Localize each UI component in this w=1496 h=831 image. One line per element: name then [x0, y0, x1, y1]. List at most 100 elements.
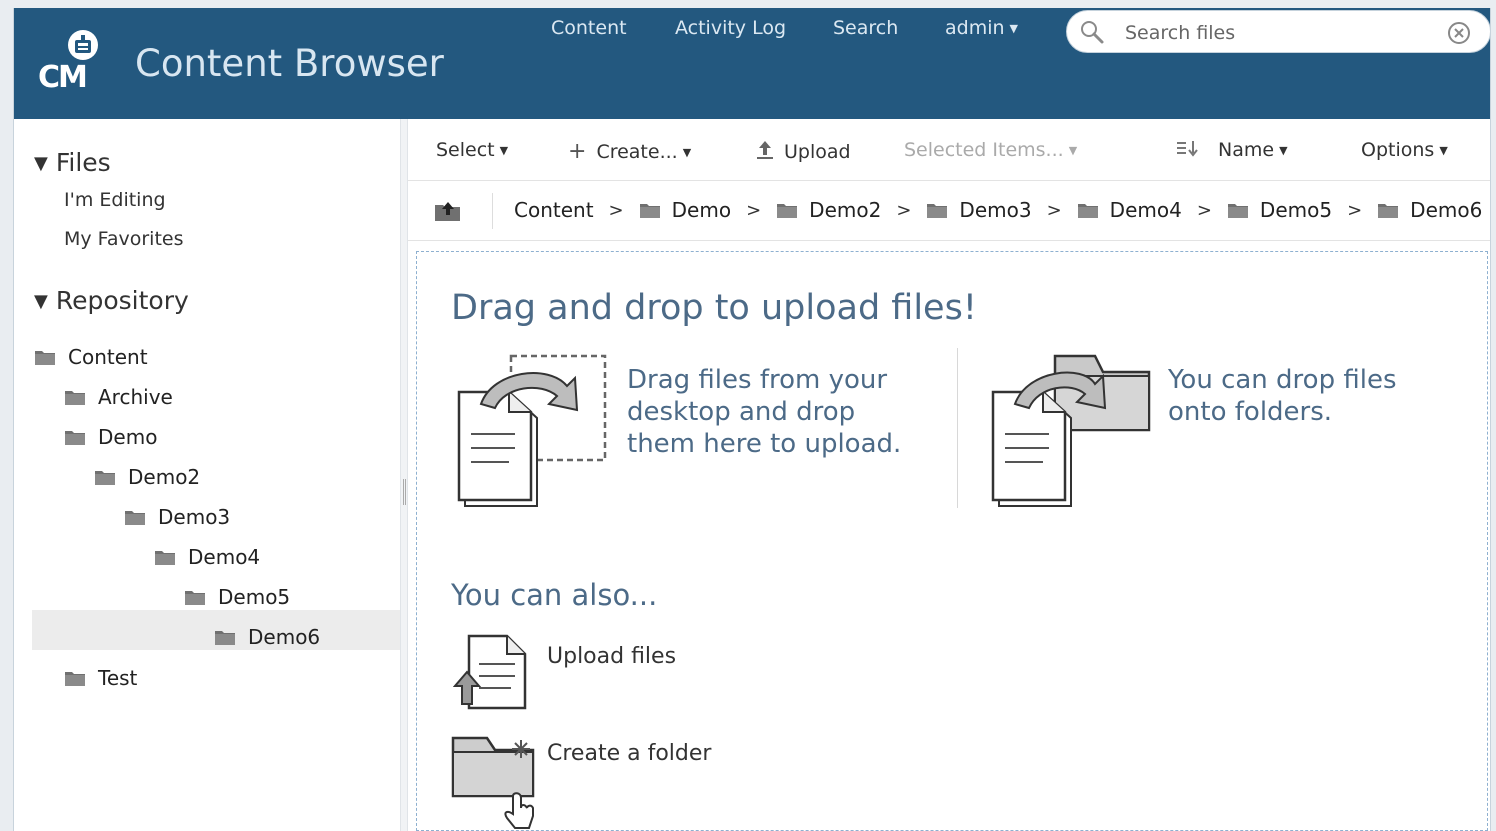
tree-item-demo2[interactable]: Demo2: [94, 457, 200, 497]
folder-icon: [35, 350, 55, 365]
breadcrumb-separator: >: [1046, 199, 1062, 221]
breadcrumb-label: Demo6: [1410, 198, 1483, 222]
breadcrumb-divider: [492, 193, 493, 229]
drag-instructions: Drag files from your desktop and drop th…: [627, 364, 901, 460]
sort-icon: [1177, 141, 1198, 157]
collapse-triangle-icon: ▼: [34, 153, 48, 174]
drop-on-folder-illustration: [991, 354, 1151, 507]
user-name: admin: [945, 17, 1005, 39]
sidebar-resize-handle[interactable]: [400, 119, 408, 831]
select-label: Select: [436, 139, 495, 161]
create-label: Create...: [596, 141, 678, 163]
folder-icon: [65, 390, 85, 405]
options-menu[interactable]: Options ▼: [1361, 139, 1448, 161]
clear-search-icon[interactable]: [1446, 20, 1472, 46]
tree-item-label: Demo2: [128, 465, 201, 489]
folder-drop-instructions: You can drop files onto folders.: [1168, 364, 1397, 428]
folder-icon: [215, 630, 235, 645]
upload-file-icon[interactable]: [453, 632, 529, 712]
tree-item-test[interactable]: Test: [64, 658, 137, 698]
breadcrumb-demo6[interactable]: Demo6: [1377, 198, 1482, 222]
sidebar-link-editing[interactable]: I'm Editing: [64, 189, 166, 211]
also-heading: You can also...: [451, 578, 658, 612]
drag-files-illustration: [457, 354, 607, 507]
breadcrumb-demo3[interactable]: Demo3: [926, 198, 1032, 222]
parent-folder-icon[interactable]: [434, 199, 462, 223]
tree-item-demo6[interactable]: Demo6: [214, 617, 320, 657]
breadcrumb-content[interactable]: Content: [514, 198, 594, 222]
breadcrumb-label: Demo: [671, 198, 732, 222]
caret-down-icon: ▼: [682, 146, 692, 159]
caret-down-icon: ▼: [499, 144, 509, 157]
files-section-label: Files: [55, 148, 111, 177]
create-folder-link[interactable]: Create a folder: [547, 741, 711, 766]
plus-icon: +: [568, 139, 587, 164]
toolbar: Select ▼ + Create... ▼ Upload Selected Item…: [408, 119, 1490, 181]
tree-item-demo4[interactable]: Demo4: [154, 537, 260, 577]
breadcrumb-separator: >: [1347, 199, 1363, 221]
caret-down-icon: ▼: [1009, 22, 1019, 35]
breadcrumb-demo[interactable]: Demo: [639, 198, 731, 222]
main-panel: Select ▼ + Create... ▼ Upload Selected Item…: [408, 119, 1490, 831]
upload-files-link[interactable]: Upload files: [547, 644, 676, 669]
breadcrumb-separator: >: [608, 199, 624, 221]
upload-label: Upload: [784, 141, 851, 163]
breadcrumb-trail: Content > Demo > Demo2 > Demo3 > Demo4 >…: [514, 198, 1482, 222]
caret-down-icon: ▼: [1439, 144, 1448, 157]
tree-item-demo5[interactable]: Demo5: [184, 577, 290, 617]
selected-items-label: Selected Items...: [904, 139, 1064, 161]
search-icon: [1081, 21, 1104, 44]
upload-icon: [757, 141, 773, 159]
folder-icon: [185, 590, 205, 605]
folder-drop-line: onto folders.: [1168, 397, 1333, 427]
breadcrumb-demo4[interactable]: Demo4: [1077, 198, 1182, 222]
folder-icon: [777, 203, 798, 218]
sidebar-link-favorites[interactable]: My Favorites: [64, 228, 184, 250]
caret-down-icon: ▼: [1068, 144, 1078, 157]
sidebar: ▼ Files I'm Editing My Favorites ▼ Reposit…: [14, 119, 400, 831]
tree-item-demo3[interactable]: Demo3: [124, 497, 230, 537]
nav-activity-log[interactable]: Activity Log: [675, 17, 786, 39]
nav-content[interactable]: Content: [551, 17, 627, 39]
folder-icon: [927, 203, 948, 218]
drag-instructions-line: them here to upload.: [627, 429, 902, 459]
files-section-header[interactable]: ▼ Files: [34, 148, 111, 177]
tree-item-archive[interactable]: Archive: [64, 377, 173, 417]
search-input[interactable]: [1125, 20, 1435, 46]
breadcrumb-label: Demo4: [1109, 198, 1182, 222]
breadcrumb-demo5[interactable]: Demo5: [1227, 198, 1332, 222]
breadcrumb-label: Demo3: [959, 198, 1032, 222]
upload-button[interactable]: Upload: [754, 139, 851, 163]
create-folder-icon[interactable]: [451, 736, 541, 831]
tree-item-label: Content: [68, 345, 148, 369]
tree-item-label: Demo5: [218, 585, 291, 609]
create-menu[interactable]: + Create... ▼: [568, 139, 691, 164]
caret-down-icon: ▼: [1279, 144, 1288, 157]
breadcrumb-separator: >: [746, 199, 762, 221]
breadcrumb-label: Demo2: [809, 198, 882, 222]
select-menu[interactable]: Select ▼: [436, 139, 508, 161]
breadcrumb-demo2[interactable]: Demo2: [776, 198, 881, 222]
nav-search[interactable]: Search: [833, 17, 898, 39]
drop-zone[interactable]: Drag and drop to upload files! Drag file…: [416, 251, 1488, 831]
app-logo[interactable]: CM: [36, 28, 104, 96]
tree-item-label: Demo3: [158, 505, 231, 529]
selected-items-menu[interactable]: Selected Items... ▼: [904, 139, 1077, 161]
tree-item-content[interactable]: Content: [34, 337, 148, 377]
user-menu[interactable]: admin ▼: [945, 17, 1018, 39]
grip-icon: [403, 479, 406, 505]
folder-icon: [125, 510, 145, 525]
search-box: [1066, 10, 1490, 53]
app-window: CM Content Browser Content Activity Log …: [13, 8, 1491, 831]
breadcrumb: Content > Demo > Demo2 > Demo3 > Demo4 >…: [408, 181, 1490, 241]
sort-menu[interactable]: Name ▼: [1176, 139, 1288, 161]
folder-icon: [1077, 203, 1098, 218]
repository-section-header[interactable]: ▼ Repository: [34, 286, 189, 315]
tree-item-label: Demo: [98, 425, 158, 449]
sort-label: Name: [1218, 139, 1275, 161]
tree-item-label: Demo4: [188, 545, 261, 569]
folder-icon: [95, 470, 115, 485]
logo-text: CM: [38, 60, 88, 95]
folder-icon: [65, 430, 85, 445]
tree-item-demo[interactable]: Demo: [64, 417, 157, 457]
